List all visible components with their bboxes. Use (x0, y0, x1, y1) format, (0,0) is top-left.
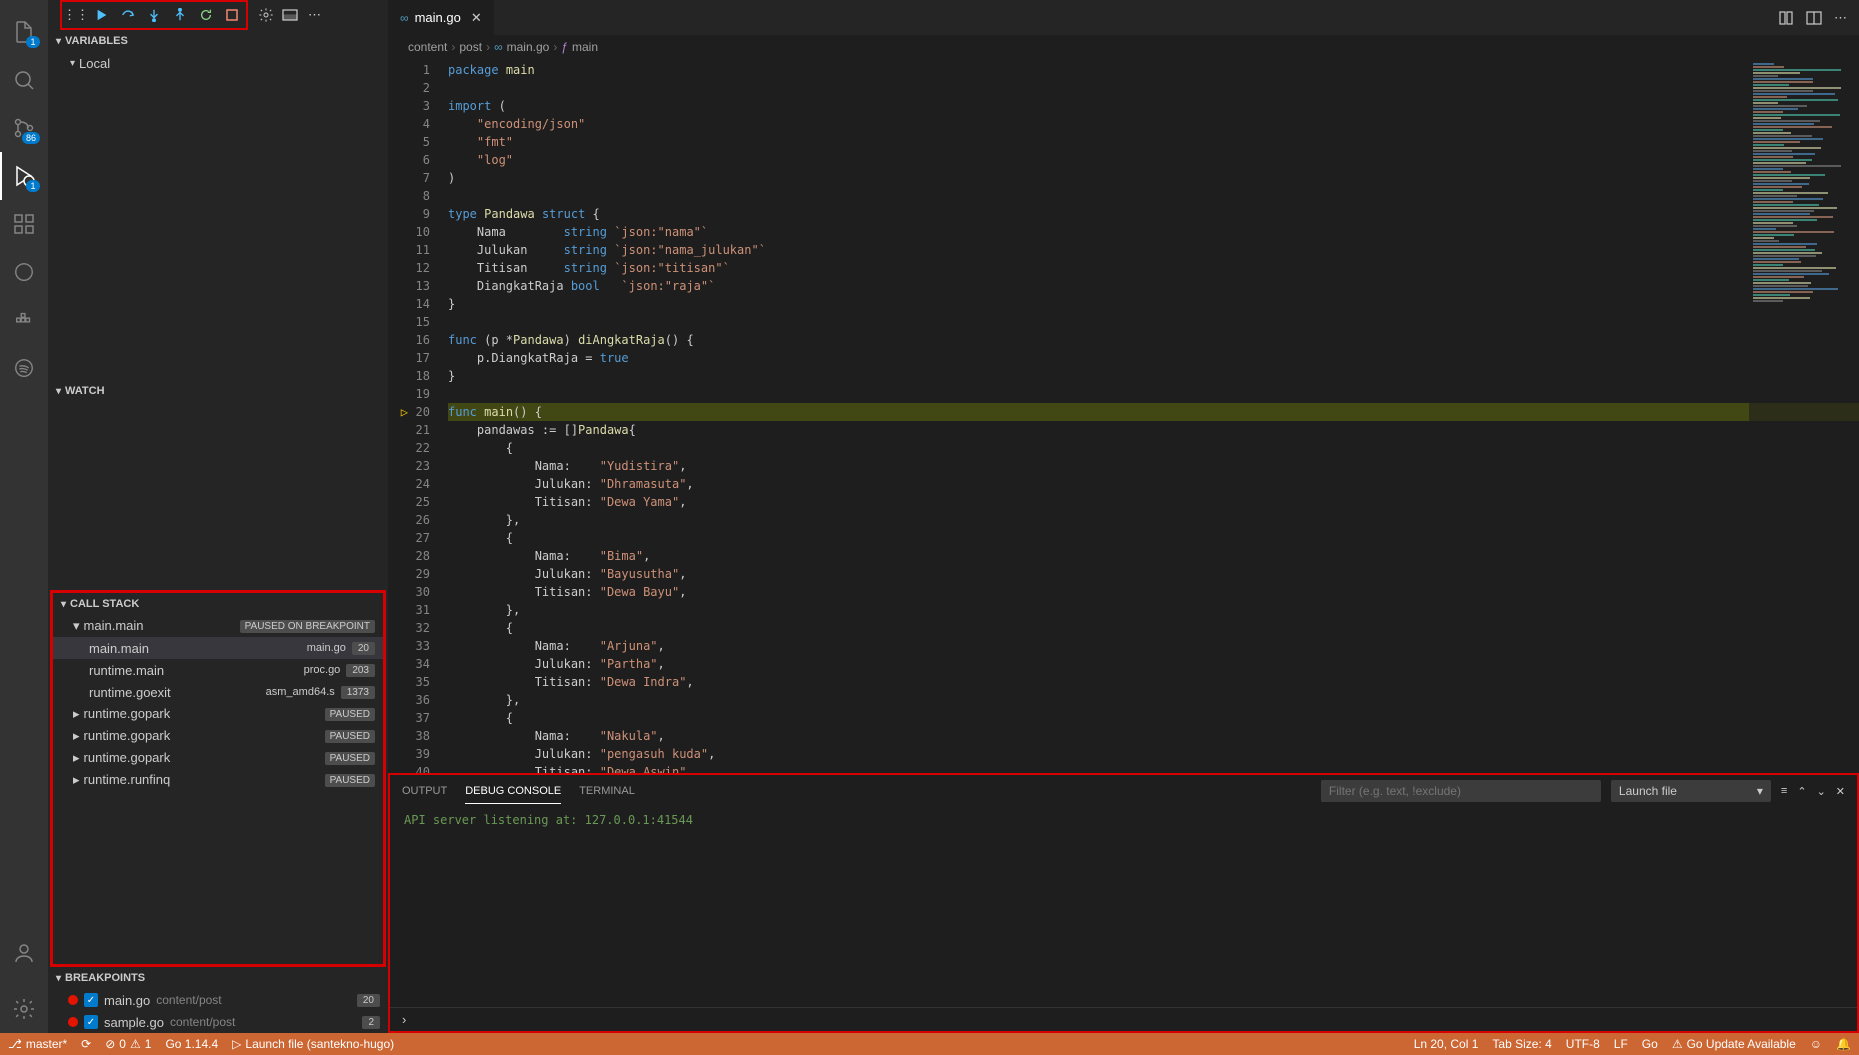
settings-gear-icon[interactable] (0, 985, 48, 1033)
callstack-thread-paused[interactable]: ▸runtime.goparkPAUSED (53, 703, 383, 725)
thread-status-badge: PAUSED ON BREAKPOINT (240, 620, 375, 633)
compare-icon[interactable] (1778, 10, 1794, 26)
explorer-badge: 1 (26, 36, 40, 48)
debug-target-status[interactable]: ▷Launch file (santekno-hugo) (232, 1037, 394, 1051)
git-branch-icon: ⎇ (8, 1037, 22, 1051)
warning-icon: ⚠ (130, 1037, 141, 1051)
bottom-panel: OUTPUT DEBUG CONSOLE TERMINAL Launch fil… (388, 773, 1859, 1033)
restart-button[interactable] (194, 4, 218, 26)
run-debug-icon[interactable]: 1 (0, 152, 48, 200)
callstack-thread-paused[interactable]: ▸runtime.goparkPAUSED (53, 747, 383, 769)
editor-tabs: ∞ main.go ✕ ⋯ (388, 0, 1859, 35)
explorer-icon[interactable]: 1 (0, 8, 48, 56)
callstack-frame[interactable]: runtime.mainproc.go203 (53, 659, 383, 681)
output-tab[interactable]: OUTPUT (402, 779, 447, 803)
encoding-status[interactable]: UTF-8 (1566, 1037, 1600, 1051)
split-editor-icon[interactable] (1806, 10, 1822, 26)
variables-section-header[interactable]: ▾VARIABLES (48, 30, 388, 52)
search-icon[interactable] (0, 56, 48, 104)
debug-toolbar: ⋮⋮ (60, 0, 248, 30)
checkbox-icon[interactable]: ✓ (84, 993, 98, 1007)
more-actions-icon[interactable]: ⋯ (308, 7, 321, 23)
drag-handle-icon[interactable]: ⋮⋮ (64, 4, 88, 26)
step-into-button[interactable] (142, 4, 166, 26)
callstack-thread-paused[interactable]: ▸runtime.runfinqPAUSED (53, 769, 383, 791)
status-bar: ⎇master* ⟳ ⊘0 ⚠1 Go 1.14.4 ▷Launch file … (0, 1033, 1859, 1055)
callstack-frame[interactable]: main.mainmain.go20 (53, 637, 383, 659)
callstack-section: ▾CALL STACK ▾main.main PAUSED ON BREAKPO… (50, 590, 386, 967)
debug-console-tab[interactable]: DEBUG CONSOLE (465, 779, 561, 804)
docker-icon[interactable] (0, 296, 48, 344)
breakpoint-dot-icon (68, 1017, 78, 1027)
cursor-position[interactable]: Ln 20, Col 1 (1414, 1037, 1479, 1051)
debug-badge: 1 (26, 180, 40, 192)
tab-label: main.go (415, 10, 461, 25)
debug-console-output: API server listening at: 127.0.0.1:41544 (390, 807, 1857, 1007)
breakpoint-row[interactable]: ✓sample.gocontent/post2 (48, 1011, 388, 1033)
editor-area: ∞ main.go ✕ ⋯ content› post› ∞ main.go› … (388, 0, 1859, 1033)
tab-size-status[interactable]: Tab Size: 4 (1492, 1037, 1551, 1051)
notifications-icon[interactable]: 🔔 (1836, 1037, 1851, 1051)
clear-console-icon[interactable]: ≡ (1781, 785, 1787, 797)
breakpoints-section-header[interactable]: ▾BREAKPOINTS (48, 967, 388, 989)
collapse-icon[interactable]: ⌃ (1797, 785, 1806, 798)
sync-status[interactable]: ⟳ (81, 1037, 91, 1051)
breakpoint-dot-icon (68, 995, 78, 1005)
spotify-icon[interactable] (0, 344, 48, 392)
breakpoint-row[interactable]: ✓main.gocontent/post20 (48, 989, 388, 1011)
tab-main-go[interactable]: ∞ main.go ✕ (388, 0, 495, 35)
callstack-frame[interactable]: runtime.goexitasm_amd64.s1373 (53, 681, 383, 703)
callstack-section-header[interactable]: ▾CALL STACK (53, 593, 383, 615)
close-panel-icon[interactable]: ✕ (1836, 785, 1845, 798)
more-icon[interactable]: ⋯ (1834, 10, 1847, 26)
go-version-status[interactable]: Go 1.14.4 (165, 1037, 218, 1051)
accounts-icon[interactable] (0, 929, 48, 977)
sync-icon: ⟳ (81, 1037, 91, 1051)
stop-button[interactable] (220, 4, 244, 26)
extensions-icon[interactable] (0, 200, 48, 248)
code-editor[interactable]: 12345678910111213141516171819▷2021222324… (388, 59, 1859, 773)
terminal-tab[interactable]: TERMINAL (579, 779, 635, 803)
error-icon: ⊘ (105, 1037, 115, 1051)
watch-section-header[interactable]: ▾WATCH (48, 380, 388, 402)
step-over-button[interactable] (116, 4, 140, 26)
remote-icon[interactable] (0, 248, 48, 296)
debug-sidebar: ⋮⋮ ⋯ ▾VARIABLES ▾Local ▾WATCH ▾CALL STAC… (48, 0, 388, 1033)
close-icon[interactable]: ✕ (471, 10, 482, 26)
go-update-status[interactable]: ⚠Go Update Available (1672, 1037, 1796, 1051)
chevron-down-icon: ▾ (1757, 784, 1763, 798)
callstack-thread-paused[interactable]: ▸runtime.goparkPAUSED (53, 725, 383, 747)
go-file-icon: ∞ (400, 11, 409, 25)
feedback-icon[interactable]: ☺ (1810, 1037, 1822, 1051)
debug-settings-icon[interactable] (254, 4, 278, 26)
scm-badge: 86 (22, 132, 40, 144)
breadcrumbs[interactable]: content› post› ∞ main.go› ƒ main (388, 35, 1859, 59)
continue-button[interactable] (90, 4, 114, 26)
filter-input[interactable] (1321, 780, 1601, 802)
source-control-icon[interactable]: 86 (0, 104, 48, 152)
branch-status[interactable]: ⎇master* (8, 1037, 67, 1051)
step-out-button[interactable] (168, 4, 192, 26)
minimap[interactable] (1749, 59, 1859, 773)
language-status[interactable]: Go (1642, 1037, 1658, 1051)
debug-icon: ▷ (232, 1037, 241, 1051)
problems-status[interactable]: ⊘0 ⚠1 (105, 1037, 151, 1051)
eol-status[interactable]: LF (1614, 1037, 1628, 1051)
checkbox-icon[interactable]: ✓ (84, 1015, 98, 1029)
debug-console-toggle-icon[interactable] (278, 4, 302, 26)
debug-repl-input[interactable]: › (390, 1007, 1857, 1031)
activity-bar: 1 86 1 (0, 0, 48, 1033)
maximize-panel-icon[interactable]: ⌄ (1817, 785, 1826, 798)
launch-config-select[interactable]: Launch file▾ (1611, 780, 1771, 802)
variables-scope-local[interactable]: ▾Local (48, 52, 388, 74)
callstack-thread[interactable]: ▾main.main PAUSED ON BREAKPOINT (53, 615, 383, 637)
warning-icon: ⚠ (1672, 1037, 1683, 1051)
